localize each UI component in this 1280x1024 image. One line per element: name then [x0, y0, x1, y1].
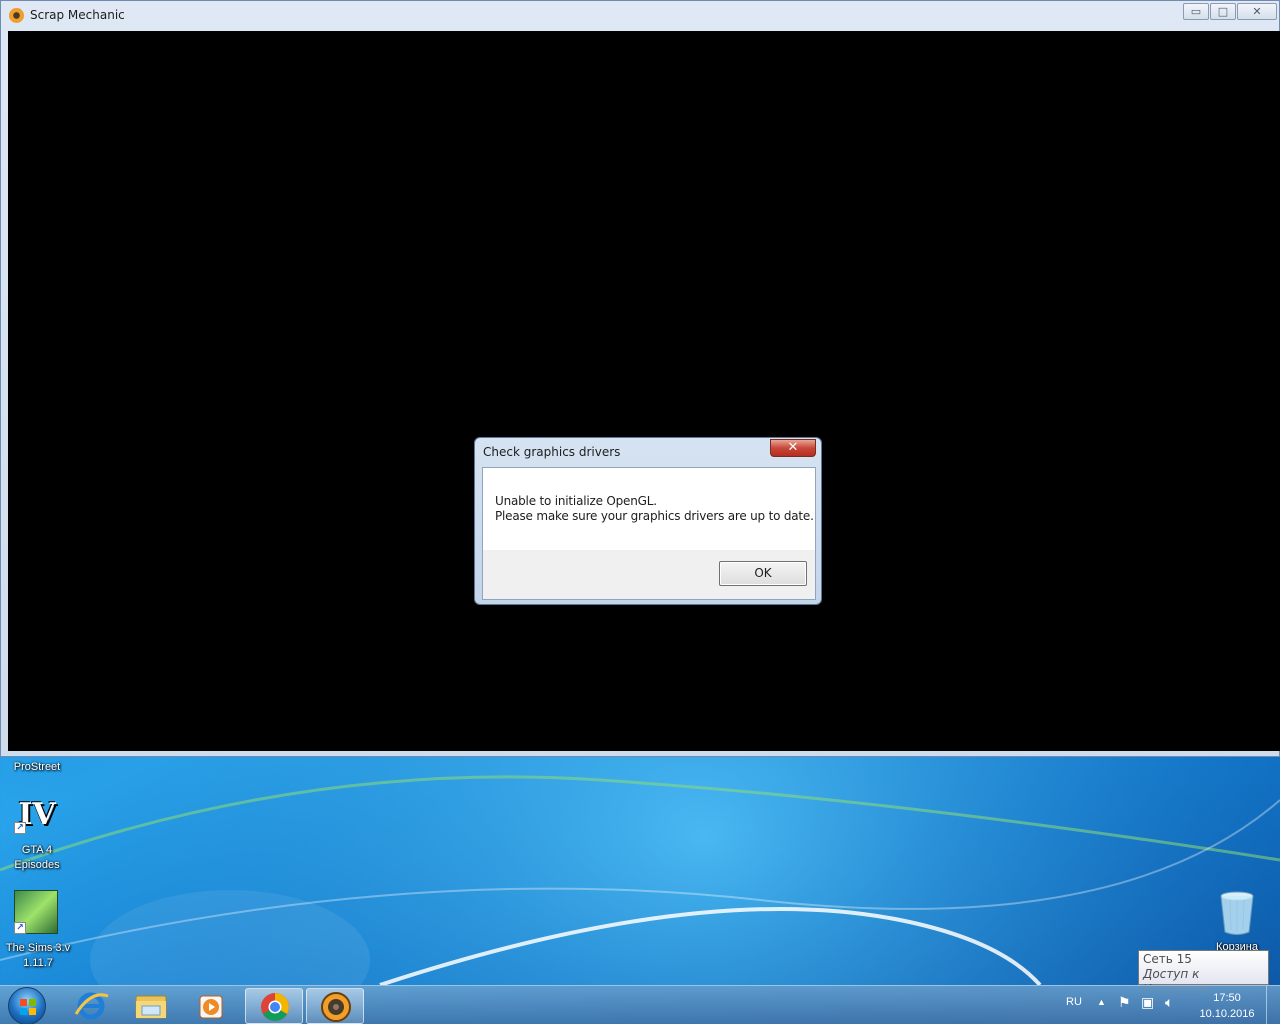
internet-explorer-icon: [74, 992, 109, 1020]
window-title: Scrap Mechanic: [30, 8, 125, 22]
desktop-icon-gta4[interactable]: IV ↗: [12, 796, 62, 838]
recycle-bin-icon[interactable]: [1218, 890, 1256, 936]
desktop-icon-sims3[interactable]: ↗: [14, 890, 60, 936]
windows-logo-icon: [20, 999, 36, 1015]
taskbar-media-player[interactable]: [182, 988, 240, 1024]
dialog-message-line2: Please make sure your graphics drivers a…: [495, 509, 814, 523]
taskbar-internet-explorer[interactable]: [62, 988, 120, 1024]
error-dialog: Check graphics drivers ✕ Unable to initi…: [474, 437, 822, 605]
maximize-button[interactable]: □: [1210, 3, 1236, 20]
scrap-mechanic-window: Scrap Mechanic ▭ □ ✕: [0, 0, 1280, 757]
clock[interactable]: 17:50 10.10.2016: [1192, 990, 1262, 1022]
scrap-mechanic-logo-icon: [9, 8, 24, 23]
dialog-message-line1: Unable to initialize OpenGL.: [495, 494, 657, 508]
dialog-message-area: Unable to initialize OpenGL. Please make…: [483, 468, 815, 550]
language-indicator[interactable]: RU: [1066, 996, 1082, 1008]
scrap-mechanic-icon: [321, 992, 351, 1022]
shortcut-arrow-icon: ↗: [14, 822, 26, 834]
ok-button[interactable]: OK: [719, 561, 807, 586]
taskbar-scrap-mechanic[interactable]: [306, 988, 364, 1024]
taskbar-explorer[interactable]: [122, 988, 180, 1024]
game-render-canvas[interactable]: [8, 31, 1280, 751]
dialog-message: Unable to initialize OpenGL. Please make…: [495, 494, 814, 524]
start-button[interactable]: [8, 987, 46, 1024]
network-icon[interactable]: ▣: [1141, 994, 1154, 1011]
window-titlebar[interactable]: Scrap Mechanic ▭ □ ✕: [1, 1, 1279, 30]
gta4-label-line2: Episodes: [14, 859, 60, 871]
dialog-close-button[interactable]: ✕: [770, 439, 816, 457]
explorer-folder-icon: [135, 995, 167, 1019]
taskbar: RU ▲ ⚑ ▣ 🔈︎ 17:50 10.10.2016: [0, 985, 1280, 1024]
close-button[interactable]: ✕: [1237, 3, 1277, 20]
shortcut-arrow-icon: ↗: [14, 922, 26, 934]
show-desktop-button[interactable]: [1266, 986, 1280, 1024]
gta4-label-line1: GTA 4: [21, 844, 53, 856]
sims3-label-line1: The Sims 3.v: [5, 942, 71, 954]
tooltip-network-name: Сеть 15: [1143, 952, 1192, 966]
desktop-icon-gta4-label[interactable]: GTA 4 Episodes: [4, 843, 70, 873]
network-tooltip: Сеть 15 Доступ к Интернету: [1138, 950, 1269, 996]
dialog-title: Check graphics drivers: [483, 445, 621, 459]
minimize-button[interactable]: ▭: [1183, 3, 1209, 20]
desktop-icon-prostreet-label[interactable]: ProStreet: [4, 760, 70, 775]
chrome-icon: [261, 993, 289, 1021]
volume-icon[interactable]: 🔈︎: [1165, 994, 1173, 1011]
dialog-body: Unable to initialize OpenGL. Please make…: [482, 467, 816, 600]
media-player-icon: [199, 995, 223, 1019]
taskbar-chrome[interactable]: [245, 988, 303, 1024]
clock-time: 17:50: [1213, 992, 1241, 1004]
sims3-label-line2: 1.11.7: [23, 957, 53, 969]
desktop-icon-sims3-label[interactable]: The Sims 3.v 1.11.7: [0, 941, 76, 971]
show-hidden-icons-button[interactable]: ▲: [1097, 997, 1106, 1007]
action-center-flag-icon[interactable]: ⚑: [1118, 994, 1131, 1011]
clock-date: 10.10.2016: [1199, 1008, 1255, 1020]
